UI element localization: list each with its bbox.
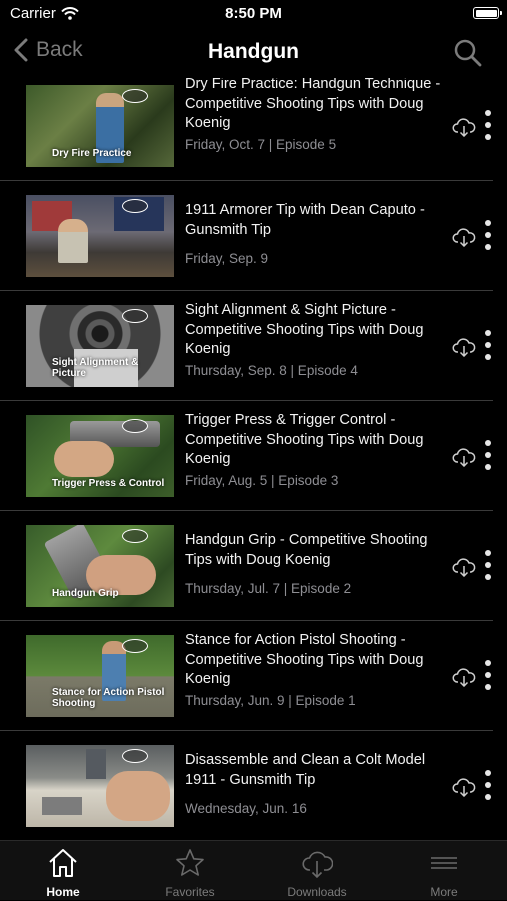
- episode-thumbnail[interactable]: [26, 195, 174, 277]
- status-bar: Carrier 8:50 PM: [0, 0, 507, 28]
- cloud-download-icon: [302, 851, 333, 879]
- more-options-icon[interactable]: [484, 770, 492, 804]
- tab-label: Favorites: [165, 885, 215, 899]
- episode-title: Sight Alignment & Sight Picture - Compet…: [185, 302, 424, 357]
- cloud-download-icon[interactable]: [452, 667, 476, 687]
- episode-row[interactable]: Sight Alignment & Picture Sight Alignmen…: [0, 291, 507, 401]
- cloud-download-icon[interactable]: [452, 777, 476, 797]
- episode-title: Stance for Action Pistol Shooting - Comp…: [185, 632, 424, 687]
- episode-date: Thursday, Sep. 8 | Episode 4: [185, 362, 358, 378]
- episode-row[interactable]: Disassemble and Clean a Colt Model 1911 …: [0, 731, 507, 840]
- more-options-icon[interactable]: [484, 440, 492, 474]
- channel-logo: [122, 309, 148, 323]
- cloud-download-icon[interactable]: [452, 227, 476, 247]
- episode-date: Friday, Sep. 9: [185, 251, 269, 266]
- episode-title: Handgun Grip - Competitive Shooting Tips…: [185, 532, 428, 568]
- episode-thumbnail[interactable]: [26, 745, 174, 827]
- episode-date: Wednesday, Jun. 16: [185, 801, 307, 816]
- episode-thumbnail[interactable]: Handgun Grip: [26, 525, 174, 607]
- episode-date: Thursday, Jul. 7 | Episode 2: [185, 581, 352, 596]
- episode-date: Friday, Oct. 7 | Episode 5: [185, 136, 337, 152]
- battery-icon: [473, 7, 502, 19]
- tab-favorites[interactable]: Favorites: [127, 841, 253, 901]
- thumbnail-caption: Trigger Press & Control: [52, 478, 165, 489]
- more-options-icon[interactable]: [484, 660, 492, 694]
- thumbnail-caption: Sight Alignment & Picture: [52, 357, 139, 379]
- episode-title: Trigger Press & Trigger Control - Compet…: [185, 412, 424, 467]
- episode-row[interactable]: Handgun Grip Handgun Grip - Competitive …: [0, 511, 507, 621]
- episode-thumbnail[interactable]: Dry Fire Practice: [26, 85, 174, 167]
- tab-label: More: [430, 885, 458, 899]
- thumbnail-caption: Stance for Action Pistol Shooting: [52, 687, 165, 709]
- more-options-icon[interactable]: [484, 330, 492, 364]
- episode-date: Friday, Aug. 5 | Episode 3: [185, 472, 339, 488]
- star-icon: [176, 849, 204, 876]
- search-icon[interactable]: [453, 38, 483, 68]
- channel-logo: [122, 89, 148, 103]
- navigation-bar: Back Handgun: [0, 28, 507, 78]
- episode-row[interactable]: 1911 Armorer Tip with Dean Caputo - Guns…: [0, 181, 507, 291]
- episode-list[interactable]: Dry Fire Practice Dry Fire Practice: Han…: [0, 78, 507, 840]
- status-time: 8:50 PM: [225, 5, 282, 22]
- episode-title: Disassemble and Clean a Colt Model 1911 …: [185, 752, 426, 788]
- tab-label: Home: [46, 885, 80, 899]
- tab-downloads[interactable]: Downloads: [254, 841, 380, 901]
- episode-row[interactable]: Dry Fire Practice Dry Fire Practice: Han…: [0, 78, 507, 181]
- episode-row[interactable]: Trigger Press & Control Trigger Press & …: [0, 401, 507, 511]
- episode-thumbnail[interactable]: Sight Alignment & Picture: [26, 305, 174, 387]
- episode-title: 1911 Armorer Tip with Dean Caputo - Guns…: [185, 202, 425, 238]
- cloud-download-icon[interactable]: [452, 337, 476, 357]
- cloud-download-icon[interactable]: [452, 447, 476, 467]
- more-options-icon[interactable]: [484, 110, 492, 144]
- channel-logo: [122, 529, 148, 543]
- channel-logo: [122, 199, 148, 213]
- page-title: Handgun: [208, 40, 299, 63]
- menu-lines-icon: [431, 857, 457, 869]
- channel-logo: [122, 419, 148, 433]
- tab-bar: Home Favorites Downloads More: [0, 840, 507, 900]
- episode-title: Dry Fire Practice: Handgun Technique - C…: [185, 78, 441, 131]
- episode-thumbnail[interactable]: Trigger Press & Control: [26, 415, 174, 497]
- episode-thumbnail[interactable]: Stance for Action Pistol Shooting: [26, 635, 174, 717]
- cloud-download-icon[interactable]: [452, 117, 476, 137]
- channel-logo: [122, 639, 148, 653]
- channel-logo: [122, 749, 148, 763]
- home-icon: [49, 849, 77, 877]
- thumbnail-caption: Handgun Grip: [52, 588, 119, 599]
- episode-date: Thursday, Jun. 9 | Episode 1: [185, 692, 356, 708]
- more-options-icon[interactable]: [484, 550, 492, 584]
- thumbnail-caption: Dry Fire Practice: [52, 148, 132, 159]
- more-options-icon[interactable]: [484, 220, 492, 254]
- tab-label: Downloads: [287, 885, 347, 899]
- tab-more[interactable]: More: [381, 841, 507, 901]
- tab-home[interactable]: Home: [0, 841, 126, 901]
- episode-row[interactable]: Stance for Action Pistol Shooting Stance…: [0, 621, 507, 731]
- cloud-download-icon[interactable]: [452, 557, 476, 577]
